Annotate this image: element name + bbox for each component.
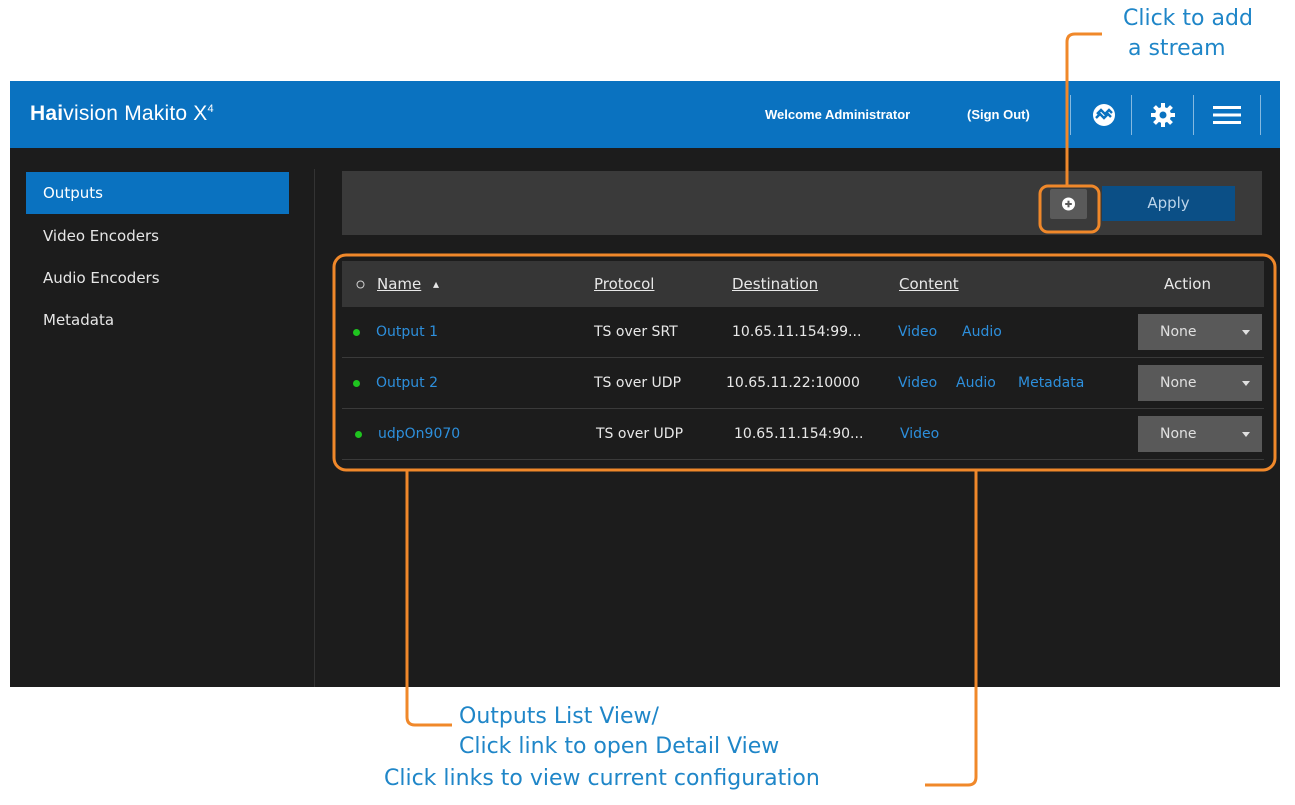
top-bar: Haivision Makito X4 Welcome Administrato… [10, 81, 1280, 148]
sign-out-link[interactable]: (Sign Out) [967, 107, 1030, 122]
divider [1260, 95, 1261, 135]
destination-cell: 10.65.11.22:10000 [726, 375, 860, 391]
content-link-metadata[interactable]: Metadata [1018, 358, 1084, 408]
toolbar: Apply [342, 171, 1262, 235]
action-select-value: None [1160, 324, 1197, 340]
sidebar-divider [314, 169, 315, 687]
chevron-down-icon [1242, 432, 1250, 437]
output-name-link[interactable]: udpOn9070 [378, 409, 460, 459]
column-header-action: Action [1164, 275, 1211, 293]
callout-add-stream-line1: Click to add [1123, 6, 1253, 31]
callout-list-view-line1: Outputs List View/ [459, 704, 659, 729]
divider [1193, 95, 1194, 135]
status-indicator [353, 380, 360, 387]
divider [1070, 95, 1071, 135]
callout-add-stream-line2: a stream [1128, 36, 1226, 61]
protocol-cell: TS over UDP [594, 375, 682, 391]
gear-icon[interactable] [1149, 101, 1177, 129]
app-window: Haivision Makito X4 Welcome Administrato… [10, 81, 1280, 687]
sidebar-item-video-encoders[interactable]: Video Encoders [26, 215, 289, 257]
plus-circle-icon [1062, 197, 1075, 211]
action-select[interactable]: None [1138, 314, 1262, 350]
apply-button[interactable]: Apply [1102, 186, 1235, 221]
brand-sup: 4 [207, 103, 214, 115]
table-header: Name ▴ Protocol Destination Content Acti… [342, 261, 1264, 307]
callout-list-view-line2: Click link to open Detail View [459, 734, 780, 759]
hamburger-menu-icon[interactable] [1212, 101, 1242, 129]
brand-logo: Haivision Makito X4 [30, 102, 214, 126]
table-row: Output 1 TS over SRT 10.65.11.154:99... … [342, 307, 1264, 358]
chevron-down-icon [1242, 381, 1250, 386]
output-name-link[interactable]: Output 2 [376, 358, 438, 408]
output-name-link[interactable]: Output 1 [376, 307, 438, 357]
action-select-value: None [1160, 375, 1197, 391]
table-row: udpOn9070 TS over UDP 10.65.11.154:90...… [342, 409, 1264, 460]
callout-list-view: Outputs List View/ Click link to open De… [459, 702, 779, 762]
action-select[interactable]: None [1138, 365, 1262, 401]
column-header-name[interactable]: Name [377, 261, 421, 307]
sidebar-item-outputs[interactable]: Outputs [26, 172, 289, 214]
haivision-logo-icon[interactable] [1090, 101, 1118, 129]
content-link-audio[interactable]: Audio [956, 358, 996, 408]
action-select-value: None [1160, 426, 1197, 442]
add-stream-button[interactable] [1050, 189, 1087, 219]
destination-cell: 10.65.11.154:99... [732, 324, 862, 340]
column-header-protocol[interactable]: Protocol [594, 261, 654, 307]
status-indicator [355, 431, 362, 438]
callout-links-config: Click links to view current configuratio… [384, 766, 820, 791]
protocol-cell: TS over SRT [594, 324, 678, 340]
brand-bold: Hai [30, 102, 64, 125]
content-link-video[interactable]: Video [898, 307, 937, 357]
protocol-cell: TS over UDP [596, 426, 684, 442]
welcome-text: Welcome Administrator [765, 107, 911, 122]
column-header-destination[interactable]: Destination [732, 261, 818, 307]
sidebar-item-audio-encoders[interactable]: Audio Encoders [26, 257, 289, 299]
chevron-down-icon [1242, 330, 1250, 335]
table-row: Output 2 TS over UDP 10.65.11.22:10000 V… [342, 358, 1264, 409]
status-indicator [353, 329, 360, 336]
action-select[interactable]: None [1138, 416, 1262, 452]
content-link-audio[interactable]: Audio [962, 307, 1002, 357]
content-link-video[interactable]: Video [898, 358, 937, 408]
brand-text: vision Makito X [63, 102, 208, 125]
destination-cell: 10.65.11.154:90... [734, 426, 864, 442]
divider [1131, 95, 1132, 135]
content-link-video[interactable]: Video [900, 409, 939, 459]
column-header-content[interactable]: Content [899, 261, 959, 307]
callout-add-stream: Click to add a stream [1123, 4, 1253, 64]
sort-ascending-icon: ▴ [433, 277, 440, 291]
select-all-radio-icon[interactable] [356, 280, 365, 289]
sidebar-item-metadata[interactable]: Metadata [26, 299, 289, 341]
